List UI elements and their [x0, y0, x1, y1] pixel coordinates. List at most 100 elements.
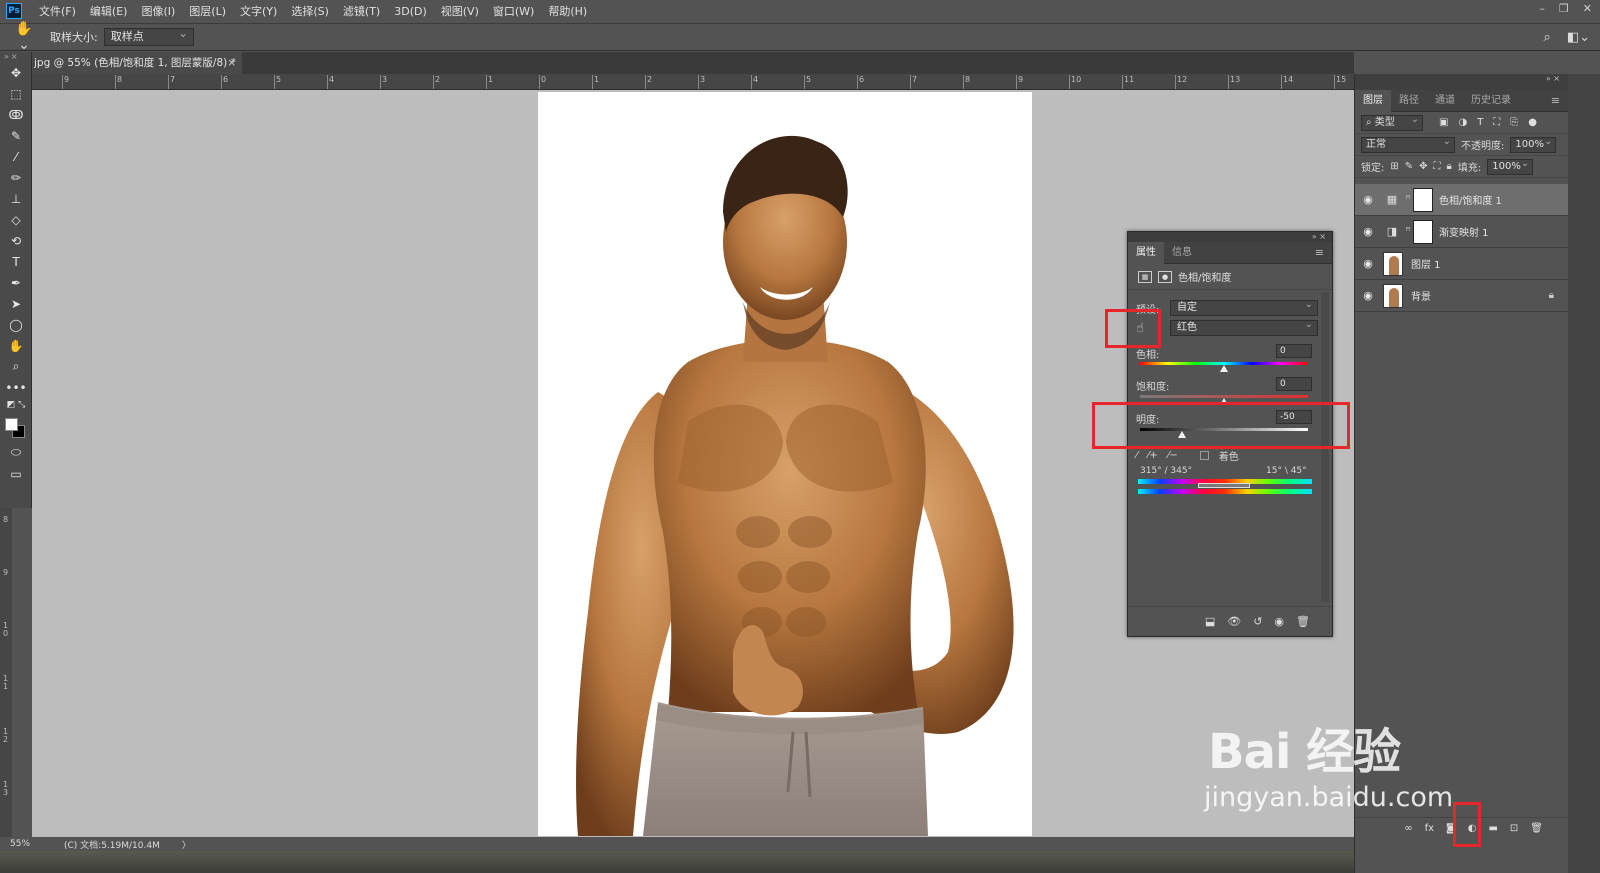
search-icon[interactable]: ⌕: [1544, 30, 1551, 45]
screen-mode-icon[interactable]: ▭: [0, 463, 32, 484]
preset-select[interactable]: 自定: [1170, 298, 1318, 316]
swap-colors-icon[interactable]: ◩ ⤡: [0, 398, 32, 412]
reset-icon[interactable]: ↺: [1253, 615, 1262, 628]
adjustment-filter-icon[interactable]: ◑: [1458, 117, 1467, 128]
menu-select[interactable]: 选择(S): [284, 3, 336, 19]
view-previous-icon[interactable]: 👁︎: [1227, 615, 1241, 628]
quick-select-tool-icon[interactable]: ✎: [0, 125, 32, 146]
zoom-tool-icon[interactable]: ⌕: [0, 356, 32, 377]
menu-type[interactable]: 文字(Y): [233, 3, 284, 19]
layer-name[interactable]: 背景: [1411, 288, 1431, 303]
toggle-visibility-icon[interactable]: ◉: [1274, 615, 1284, 628]
hue-input[interactable]: 0: [1276, 344, 1312, 358]
document-canvas[interactable]: [538, 92, 1032, 836]
blend-mode-select[interactable]: 正常: [1361, 135, 1455, 153]
layer-mask-thumbnail[interactable]: [1413, 187, 1433, 212]
type-filter-icon[interactable]: T: [1477, 117, 1483, 128]
eyedropper-tool-preset-icon[interactable]: ✋⌄: [10, 21, 38, 53]
menu-layer[interactable]: 图层(L): [182, 3, 233, 19]
layer-row[interactable]: ◉ ◨ ꟸ 渐变映射 1: [1355, 216, 1568, 248]
document-tab[interactable]: jpg @ 55% (色相/饱和度 1, 图层蒙版/8) * ×: [32, 52, 242, 74]
tab-channels[interactable]: 通道: [1427, 90, 1463, 112]
layer-row[interactable]: ◉ 图层 1: [1355, 248, 1568, 280]
menu-filter[interactable]: 滤镜(T): [336, 3, 387, 19]
visibility-eye-icon[interactable]: ◉: [1355, 289, 1381, 302]
tab-info[interactable]: 信息: [1164, 242, 1200, 264]
layer-kind-filter[interactable]: ⌕ 类型: [1361, 113, 1423, 131]
color-swatches[interactable]: [0, 412, 31, 442]
dock-collapse-icon[interactable]: » ×: [1355, 74, 1568, 90]
lasso-tool-icon[interactable]: ↂ: [0, 104, 32, 125]
eyedropper-plus-icon[interactable]: ⁄+: [1148, 450, 1158, 461]
hand-tool-icon[interactable]: ✋: [0, 335, 32, 356]
sample-size-select[interactable]: 取样点: [103, 26, 194, 46]
menu-view[interactable]: 视图(V): [434, 3, 486, 19]
link-layers-icon[interactable]: ∞: [1404, 823, 1412, 834]
visibility-eye-icon[interactable]: ◉: [1355, 193, 1381, 206]
fill-input[interactable]: 100%: [1487, 157, 1534, 175]
path-select-tool-icon[interactable]: ➤: [0, 293, 32, 314]
colorize-checkbox[interactable]: [1199, 451, 1209, 460]
more-tools-icon[interactable]: •••: [0, 377, 32, 398]
lock-transparent-icon[interactable]: ⊞: [1390, 161, 1398, 172]
channel-select[interactable]: 红色: [1170, 318, 1318, 336]
filter-toggle-icon[interactable]: ●: [1528, 117, 1537, 128]
status-menu-arrow[interactable]: 〉: [182, 838, 191, 851]
layer-name[interactable]: 色相/饱和度 1: [1439, 192, 1502, 207]
layer-row[interactable]: ◉ 背景 🔒︎: [1355, 280, 1568, 312]
layer-name[interactable]: 渐变映射 1: [1439, 224, 1489, 239]
tab-layers[interactable]: 图层: [1355, 89, 1391, 112]
lock-all-icon[interactable]: 🔒︎: [1447, 161, 1452, 172]
gradient-tool-icon[interactable]: ⟲: [0, 230, 32, 251]
opacity-input[interactable]: 100%: [1510, 135, 1557, 153]
pixel-filter-icon[interactable]: ▣: [1439, 117, 1448, 128]
workspace-icon[interactable]: ◧⌄: [1567, 30, 1590, 45]
brush-tool-icon[interactable]: ✏: [0, 167, 32, 188]
lock-pixels-icon[interactable]: ✎: [1405, 161, 1413, 172]
eyedropper-minus-icon[interactable]: ⁄−: [1168, 450, 1178, 461]
panel-menu-icon[interactable]: ≡: [1551, 94, 1560, 107]
mask-icon[interactable]: ●: [1158, 270, 1172, 283]
visibility-eye-icon[interactable]: ◉: [1355, 225, 1381, 238]
quick-mask-icon[interactable]: ⬭: [0, 442, 32, 463]
marquee-tool-icon[interactable]: ⬚: [0, 83, 32, 104]
layer-mask-thumbnail[interactable]: [1413, 219, 1433, 244]
menu-window[interactable]: 窗口(W): [486, 3, 541, 19]
menu-image[interactable]: 图像(I): [134, 3, 182, 19]
close-tab-icon[interactable]: ×: [227, 52, 236, 74]
hue-slider-thumb[interactable]: [1220, 365, 1228, 372]
type-tool-icon[interactable]: T: [0, 251, 32, 272]
minimize-button[interactable]: –: [1539, 2, 1545, 15]
visibility-eye-icon[interactable]: ◉: [1355, 257, 1381, 270]
new-layer-icon[interactable]: ⊡: [1510, 823, 1518, 834]
eyedropper-tool-icon[interactable]: ⁄: [0, 146, 32, 167]
panel-collapse-icon[interactable]: » ×: [1128, 232, 1332, 242]
eyedropper-icon[interactable]: ⁄: [1136, 450, 1138, 461]
menu-file[interactable]: 文件(F): [32, 3, 83, 19]
lock-artboard-icon[interactable]: ⛶: [1434, 161, 1441, 172]
menu-3d[interactable]: 3D(D): [387, 5, 434, 18]
toolbox-collapse-icon[interactable]: »×: [0, 52, 31, 62]
delete-adjustment-icon[interactable]: 🗑︎: [1296, 615, 1310, 628]
smart-filter-icon[interactable]: ⎘: [1510, 117, 1518, 128]
delete-layer-icon[interactable]: 🗑︎: [1530, 823, 1543, 834]
layer-style-icon[interactable]: fx: [1425, 823, 1434, 834]
tab-history[interactable]: 历史记录: [1463, 90, 1519, 112]
mask-link-icon[interactable]: ꟸ: [1403, 227, 1413, 237]
new-group-icon[interactable]: ▬: [1488, 823, 1497, 834]
tab-properties[interactable]: 属性: [1128, 242, 1164, 264]
clip-to-layer-icon[interactable]: ⬓: [1205, 615, 1215, 628]
layer-row[interactable]: ◉ ▦ ꟸ 色相/饱和度 1: [1355, 184, 1568, 216]
shape-filter-icon[interactable]: ⛶: [1493, 117, 1500, 128]
lock-position-icon[interactable]: ✥: [1419, 161, 1427, 172]
color-range-selector[interactable]: [1198, 483, 1250, 488]
saturation-input[interactable]: 0: [1276, 377, 1312, 391]
ellipse-tool-icon[interactable]: ◯: [0, 314, 32, 335]
foreground-color-swatch[interactable]: [5, 418, 18, 431]
layer-name[interactable]: 图层 1: [1411, 256, 1441, 271]
move-tool-icon[interactable]: ✥: [0, 62, 32, 83]
pen-tool-icon[interactable]: ✒: [0, 272, 32, 293]
stamp-tool-icon[interactable]: ⊥: [0, 188, 32, 209]
menu-edit[interactable]: 编辑(E): [83, 3, 135, 19]
restore-button[interactable]: ❐: [1559, 2, 1569, 15]
